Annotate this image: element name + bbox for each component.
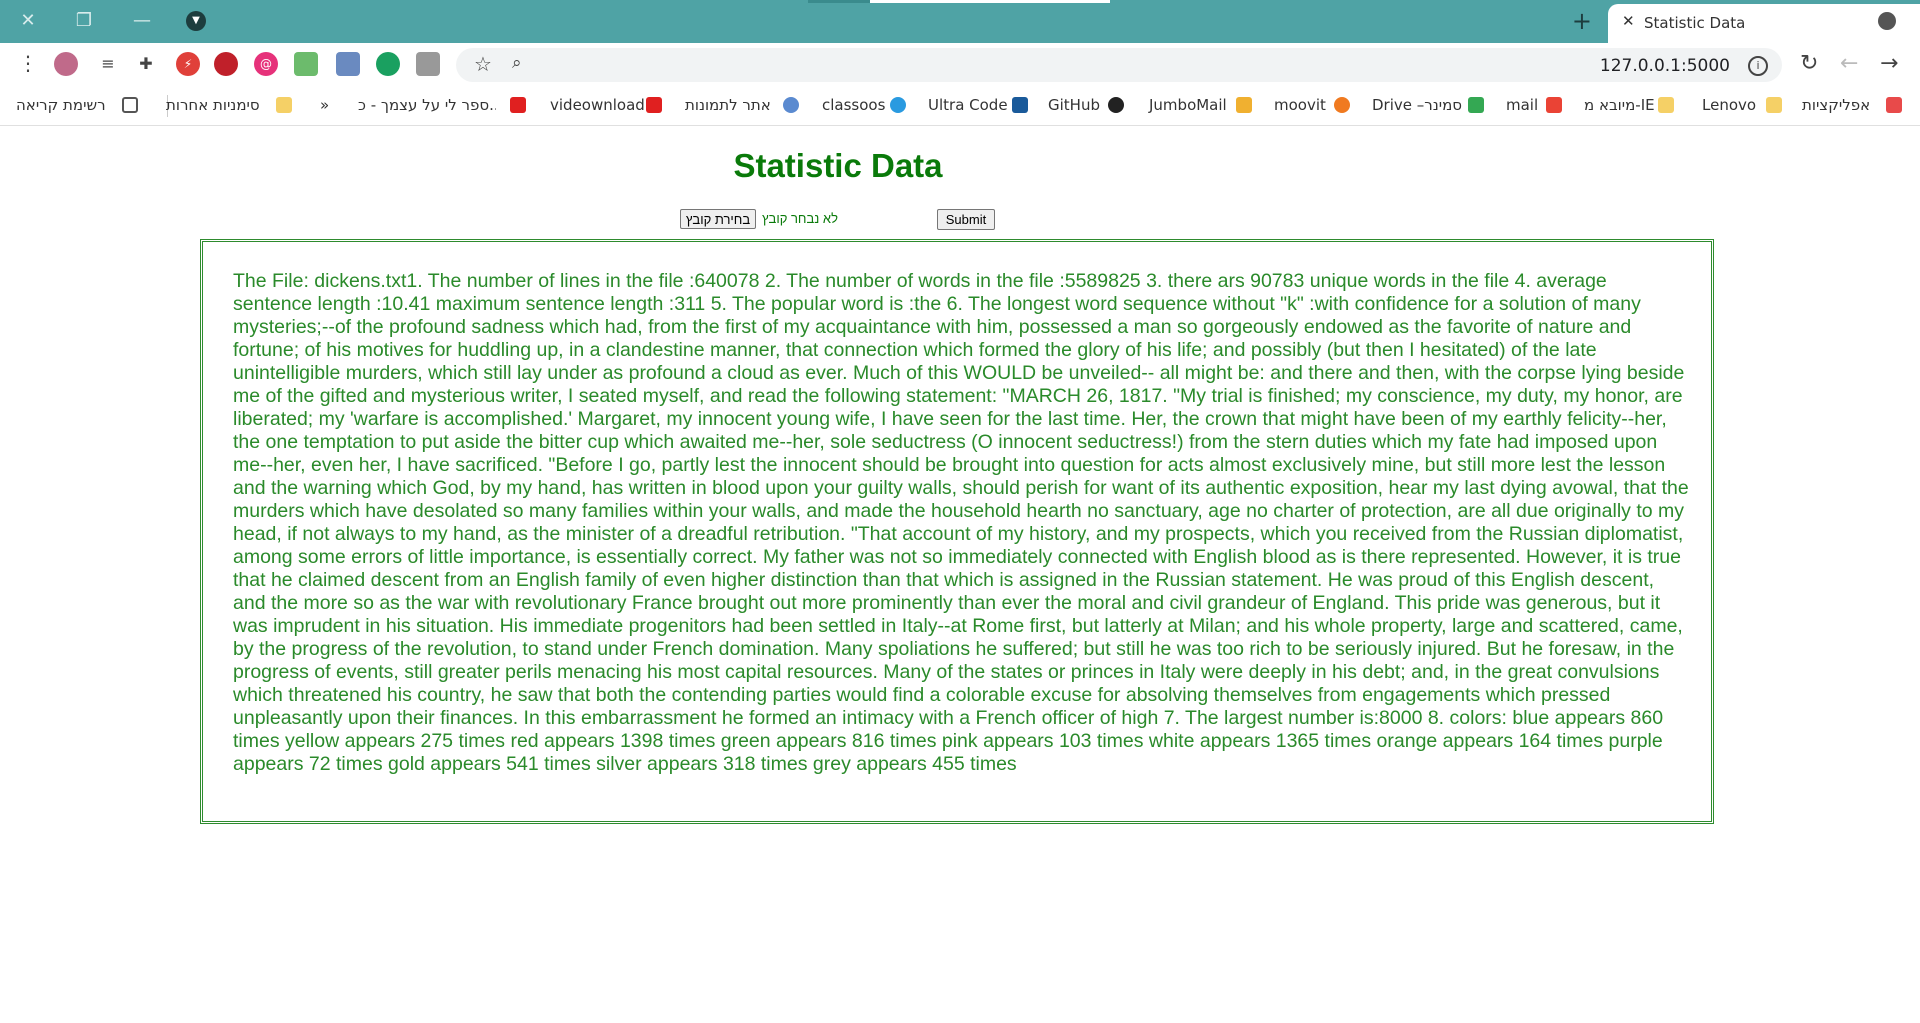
file-status-text: לא נבחר קובץ (762, 211, 838, 226)
extension-flash-icon[interactable]: ⚡ (176, 52, 200, 76)
bookmark-star-icon[interactable]: ☆ (474, 52, 492, 76)
extension-pink-icon[interactable]: @ (254, 52, 278, 76)
window-minimize-button[interactable]: — (122, 8, 162, 34)
title-bar: ✕ ❐ — ▼ + ✕ Statistic Data (0, 0, 1920, 43)
bookmark-item[interactable]: moovit (1274, 96, 1326, 114)
site-info-icon[interactable]: i (1748, 56, 1768, 76)
choose-file-button[interactable]: בחירת קובץ (680, 209, 756, 229)
bookmarks-bar: רשימת קריאה סימניות אחרות » ספר לי על עצ… (0, 87, 1920, 126)
extension-gray-icon[interactable] (416, 52, 440, 76)
youtube-icon[interactable] (510, 97, 526, 113)
bookmark-item[interactable]: אפליקציות (1802, 96, 1870, 114)
folder-icon[interactable] (1658, 97, 1674, 113)
globe-icon (1878, 12, 1896, 30)
extensions-icon[interactable]: ✚ (134, 52, 158, 76)
tab-close-icon[interactable]: ✕ (1622, 12, 1635, 30)
results-panel: The File: dickens.txt1. The number of li… (200, 239, 1714, 824)
media-control-icon[interactable]: ≡ (96, 52, 120, 76)
browser-toolbar: ⋮ ≡ ✚ ⚡ @ ☆ ⌕ 127.0.0.1:5000 i ↻ ← → (0, 43, 1920, 87)
folder-icon[interactable] (276, 97, 292, 113)
gmail-icon[interactable] (1546, 97, 1562, 113)
submit-button[interactable]: Submit (937, 209, 995, 230)
profile-avatar[interactable] (54, 52, 78, 76)
extension-blue-icon[interactable] (336, 52, 360, 76)
extension-green-icon[interactable] (294, 52, 318, 76)
apps-grid-icon[interactable] (1886, 97, 1902, 113)
classoos-icon[interactable] (890, 97, 906, 113)
other-bookmarks-label[interactable]: סימניות אחרות (166, 96, 260, 114)
page-title: Statistic Data (733, 147, 943, 184)
window-close-button[interactable]: ✕ (8, 8, 48, 34)
bookmark-item[interactable]: מיובא מ-IE (1584, 96, 1655, 114)
google-drive-icon[interactable] (1468, 97, 1484, 113)
youtube-icon[interactable] (646, 97, 662, 113)
tab-search-icon[interactable]: ▼ (186, 11, 206, 31)
address-bar[interactable]: ☆ ⌕ 127.0.0.1:5000 i (456, 48, 1782, 82)
extension-red-icon[interactable] (214, 52, 238, 76)
bookmark-item[interactable]: Ultra Code (928, 96, 1008, 114)
folder-icon[interactable] (1766, 97, 1782, 113)
bookmark-item[interactable]: classoos (822, 96, 885, 114)
tab-active[interactable]: ✕ Statistic Data (1608, 4, 1920, 43)
window-restore-button[interactable]: ❐ (64, 8, 104, 34)
jumbomail-icon[interactable] (1236, 97, 1252, 113)
url-text[interactable]: 127.0.0.1:5000 (1600, 56, 1730, 76)
bookmark-item[interactable]: GitHub (1048, 96, 1100, 114)
bookmark-item[interactable]: mail (1506, 96, 1538, 114)
bookmark-item[interactable]: JumboMail (1149, 96, 1227, 114)
bookmark-item[interactable]: Lenovo (1702, 96, 1756, 114)
forward-icon[interactable]: ← (1840, 51, 1858, 76)
reading-list-label[interactable]: רשימת קריאה (16, 96, 106, 114)
new-tab-button[interactable]: + (1572, 7, 1592, 35)
tab-strip-indicator-dark (808, 0, 870, 3)
menu-dots-icon[interactable]: ⋮ (18, 51, 38, 75)
reading-list-icon[interactable] (122, 97, 138, 113)
bookmark-item[interactable]: videownload (550, 96, 645, 114)
bookmarks-overflow[interactable]: » (320, 96, 329, 114)
reload-icon[interactable]: ↻ (1800, 51, 1818, 76)
extension-grammar-icon[interactable] (376, 52, 400, 76)
bookmark-item[interactable]: אתר לתמונות (685, 96, 771, 114)
ultra-code-icon[interactable] (1012, 97, 1028, 113)
moovit-icon[interactable] (1334, 97, 1350, 113)
bookmark-item[interactable]: Drive –סמינר (1372, 96, 1462, 114)
back-icon[interactable]: → (1880, 51, 1898, 76)
zoom-icon[interactable]: ⌕ (512, 53, 522, 73)
github-icon[interactable] (1108, 97, 1124, 113)
bookmark-item[interactable]: ספר לי על עצמך - כ... (358, 96, 496, 114)
results-text: The File: dickens.txt1. The number of li… (233, 270, 1689, 775)
tab-title: Statistic Data (1644, 14, 1746, 32)
robot-icon[interactable] (783, 97, 799, 113)
